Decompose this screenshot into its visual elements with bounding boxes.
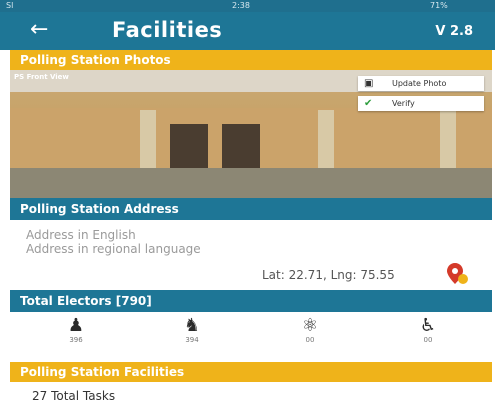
- total-tasks[interactable]: 27 Total Tasks: [32, 389, 115, 403]
- photos-section-header: Polling Station Photos: [10, 50, 492, 70]
- photo-pillar: [440, 110, 456, 170]
- map-pin-icon[interactable]: [446, 262, 468, 286]
- female-voter-icon: ♞: [183, 315, 201, 336]
- disabled-count: 00: [423, 336, 433, 344]
- photo-pillar: [318, 110, 334, 170]
- polling-station-photo[interactable]: PS Front View ▣ Update Photo ✔ Verify: [10, 70, 492, 198]
- male-count: 396: [69, 336, 83, 344]
- male-voter-icon: ♟: [67, 315, 85, 336]
- status-battery: 71%: [430, 1, 448, 10]
- carousel-indicator: [248, 188, 266, 198]
- status-bar: Sl 2:38 71%: [0, 0, 495, 12]
- verify-button[interactable]: ✔ Verify: [358, 96, 484, 111]
- electors-section-header: Total Electors [790]: [10, 290, 492, 312]
- photo-caption: PS Front View: [14, 73, 69, 81]
- address-regional-field[interactable]: Address in regional language: [26, 242, 201, 256]
- address-section-header: Polling Station Address: [10, 198, 492, 220]
- third-gender-count: 00: [305, 336, 315, 344]
- status-time: 2:38: [232, 1, 250, 10]
- female-electors: ♞ 394: [172, 316, 212, 352]
- back-arrow-icon[interactable]: ←: [30, 18, 48, 42]
- male-electors: ♟ 396: [56, 316, 96, 352]
- photo-door: [170, 124, 208, 168]
- facilities-section-header: Polling Station Facilities: [10, 362, 492, 382]
- third-gender-electors: ⚛ 00: [290, 316, 330, 352]
- status-left: Sl: [6, 1, 14, 10]
- lat-lng-readout: Lat: 22.71, Lng: 75.55: [262, 268, 395, 282]
- update-photo-button[interactable]: ▣ Update Photo: [358, 76, 484, 91]
- disabled-voter-icon: ♿: [419, 315, 437, 336]
- address-english-field[interactable]: Address in English: [26, 228, 136, 242]
- photo-pillar: [140, 110, 156, 170]
- photo-door: [222, 124, 260, 168]
- app-bar: ← Facilities V 2.8: [0, 12, 495, 50]
- female-count: 394: [185, 336, 199, 344]
- camera-icon: ▣: [364, 78, 374, 89]
- app-version: V 2.8: [435, 24, 473, 39]
- page-title: Facilities: [112, 18, 223, 42]
- third-gender-icon: ⚛: [301, 315, 319, 336]
- disabled-electors: ♿ 00: [408, 316, 448, 352]
- checkmark-icon: ✔: [364, 98, 373, 109]
